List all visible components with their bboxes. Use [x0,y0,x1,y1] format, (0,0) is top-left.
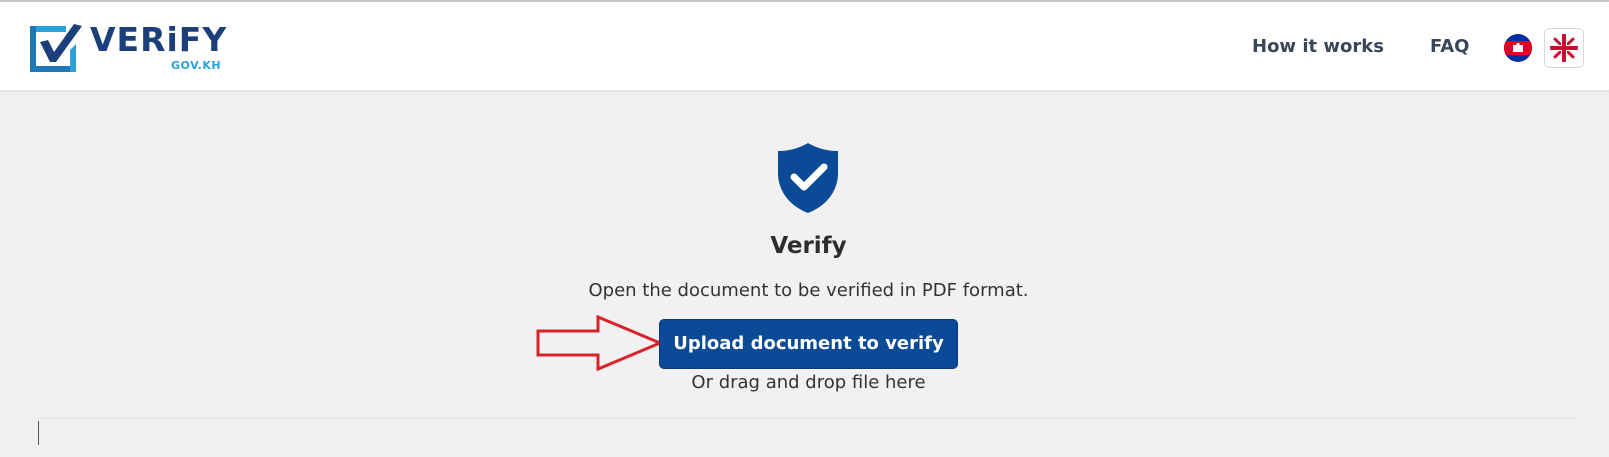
nav-how-it-works[interactable]: How it works [1252,36,1384,58]
verify-logo[interactable]: VERiFY GOV.KH [26,20,236,76]
language-khmer-button[interactable] [1504,34,1532,62]
text-cursor [38,421,39,445]
red-arrow-annotation-icon [536,315,664,371]
nav-faq[interactable]: FAQ [1430,36,1469,58]
language-english-button[interactable] [1544,28,1584,68]
cambodia-flag-icon [1504,34,1532,62]
checkbox-logo-icon [30,24,82,72]
shield-check-icon [778,143,838,213]
site-header: VERiFY GOV.KH How it works FAQ [0,2,1609,91]
logo-domain: GOV.KH [171,59,222,72]
page-title: Verify [770,233,847,259]
verify-panel: Verify Open the document to be verified … [0,91,1609,457]
upload-document-button[interactable]: Upload document to verify [659,319,958,369]
instruction-text: Open the document to be verified in PDF … [588,280,1029,301]
divider [38,418,1576,419]
logo-wordmark: VERiFY [90,20,228,59]
drag-drop-hint: Or drag and drop file here [691,372,926,393]
uk-flag-icon [1550,34,1578,62]
